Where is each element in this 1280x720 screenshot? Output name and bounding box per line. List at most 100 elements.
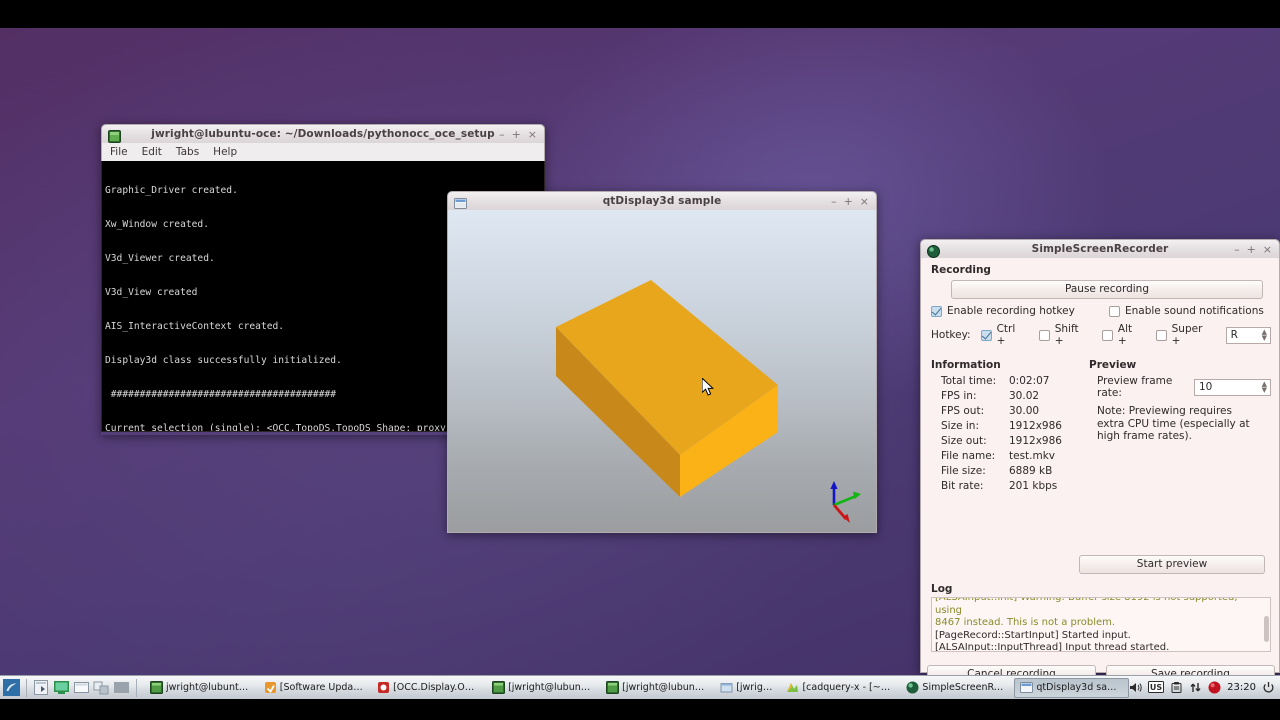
taskbar-window-list[interactable]: jwright@lubuntu-... [Software Updater] [… (144, 677, 1130, 698)
volume-icon[interactable] (1129, 681, 1142, 694)
taskbar-item-label: [cadquery-x - [~/D... (802, 682, 893, 693)
info-value: 0:02:07 (1009, 375, 1050, 387)
info-value: test.mkv (1009, 450, 1056, 462)
info-value: 1912x986 (1009, 420, 1062, 432)
spinner-arrows-icon[interactable]: ▲ ▼ (1262, 380, 1267, 393)
box-3d-shape[interactable] (448, 210, 876, 531)
taskbar-clock[interactable]: 23:20 (1227, 682, 1256, 693)
taskbar-item-simplescreenrecorder[interactable]: SimpleScreenRec... (900, 678, 1012, 698)
clipboard-icon[interactable] (1170, 681, 1183, 694)
taskbar-item-label: jwright@lubuntu-... (166, 682, 250, 693)
taskbar-item-label: [jwright@lubuntu... (622, 682, 707, 693)
ssr-titlebar[interactable]: SimpleScreenRecorder – + × (920, 239, 1280, 258)
qtdisplay3d-window[interactable]: qtDisplay3d sample – + × (447, 191, 877, 533)
log-output[interactable]: [ALSAInput::Init] Warning: Buffer size 8… (931, 597, 1271, 652)
qtdisplay3d-maximize-button[interactable]: + (844, 196, 853, 207)
info-value: 6889 kB (1009, 465, 1053, 477)
terminal-window-buttons[interactable]: – + × (499, 129, 540, 140)
checkbox-box-icon (980, 329, 992, 341)
taskbar-item-file-browser[interactable]: [jwright] (714, 678, 778, 698)
qtdisplay3d-title: qtDisplay3d sample (602, 195, 722, 207)
hotkey-label: Hotkey: (931, 329, 971, 341)
terminal-maximize-button[interactable]: + (512, 129, 521, 140)
qtdisplay3d-titlebar[interactable]: qtDisplay3d sample – + × (447, 191, 877, 210)
start-preview-button[interactable]: Start preview (1079, 555, 1265, 574)
taskbar-item-label: [jwright@lubuntu... (508, 682, 593, 693)
network-icon[interactable] (1189, 681, 1202, 694)
taskbar[interactable]: jwright@lubuntu-... [Software Updater] [… (0, 675, 1280, 699)
terminal-close-button[interactable]: × (528, 129, 537, 140)
display-settings-icon[interactable] (53, 679, 70, 696)
menu-item-edit[interactable]: Edit (142, 146, 162, 158)
ssr-content: Recording Pause recording Enable recordi… (920, 258, 1280, 684)
system-tray[interactable]: US 23:20 (1129, 681, 1280, 694)
screen: jwright@lubuntu-oce: ~/Downloads/pythono… (0, 0, 1280, 720)
taskbar-item-qtdisplay3d[interactable]: qtDisplay3d sample (1014, 677, 1130, 698)
hotkey-key-select[interactable]: R ▲ ▼ (1225, 326, 1272, 344)
taskbar-item-label: [Software Updater] (279, 682, 364, 693)
terminal-menubar[interactable]: File Edit Tabs Help (101, 143, 545, 161)
desktop-icon[interactable] (113, 679, 130, 696)
info-value: 201 kbps (1009, 480, 1058, 492)
checkbox-box-icon (1038, 329, 1050, 341)
menu-item-help[interactable]: Help (213, 146, 237, 158)
qtdisplay3d-viewport[interactable] (447, 210, 877, 533)
record-indicator-icon[interactable] (1208, 681, 1221, 694)
hotkey-alt-checkbox[interactable]: Alt + (1101, 323, 1144, 347)
taskbar-item-occ-display[interactable]: [OCC.Display.OCC... (371, 678, 484, 698)
simplescreenrecorder-window[interactable]: SimpleScreenRecorder – + × Recording Pau… (920, 239, 1280, 684)
ssr-icon (906, 681, 919, 694)
taskbar-item-cadquery[interactable]: [cadquery-x - [~/D... (780, 678, 898, 698)
preview-frame-rate-input[interactable]: 10 ▲ ▼ (1193, 378, 1271, 396)
terminal-minimize-button[interactable]: – (499, 129, 505, 140)
taskbar-separator (26, 678, 27, 697)
ssr-close-button[interactable]: × (1263, 244, 1272, 255)
taskbar-item-terminal-2[interactable]: [jwright@lubuntu... (486, 678, 598, 698)
menu-item-tabs[interactable]: Tabs (176, 146, 199, 158)
pause-recording-button[interactable]: Pause recording (951, 280, 1263, 299)
enable-recording-hotkey-checkbox[interactable]: Enable recording hotkey (931, 305, 1109, 317)
spinner-arrows-icon[interactable]: ▲ ▼ (1262, 328, 1267, 341)
screen-bottom-black-band (0, 699, 1280, 720)
window-icon[interactable] (73, 679, 90, 696)
enable-sound-notifications-checkbox[interactable]: Enable sound notifications (1109, 305, 1264, 317)
terminal-icon (492, 681, 506, 694)
ssr-icon (927, 243, 940, 258)
information-section-heading: Information (931, 359, 1001, 371)
checkbox-box-icon (1101, 329, 1113, 341)
hotkey-super-label: Super + (1171, 323, 1203, 347)
taskbar-launchers[interactable] (0, 678, 144, 697)
ssr-maximize-button[interactable]: + (1247, 244, 1256, 255)
info-key: Bit rate: (941, 480, 984, 492)
keyboard-layout-icon[interactable]: US (1148, 681, 1165, 694)
menu-item-file[interactable]: File (110, 146, 128, 158)
taskbar-item-software-updater[interactable]: [Software Updater] (258, 678, 369, 698)
files-icon (720, 681, 733, 694)
log-scrollbar[interactable] (1264, 616, 1269, 642)
qtdisplay3d-window-buttons[interactable]: – + × (831, 196, 872, 207)
window-icon (454, 195, 467, 209)
taskbar-item-terminal-3[interactable]: [jwright@lubuntu... (600, 678, 712, 698)
ssr-minimize-button[interactable]: – (1234, 244, 1240, 255)
hotkey-super-checkbox[interactable]: Super + (1155, 323, 1214, 347)
minimize-all-icon[interactable] (93, 679, 110, 696)
info-value: 1912x986 (1009, 435, 1062, 447)
mouse-cursor-icon (702, 378, 715, 396)
preview-section-heading: Preview (1089, 359, 1137, 371)
terminal-icon (150, 681, 163, 694)
power-icon[interactable] (1262, 681, 1275, 694)
qtdisplay3d-close-button[interactable]: × (860, 196, 869, 207)
checkbox-box-icon (1155, 329, 1167, 341)
hotkey-shift-checkbox[interactable]: Shift + (1038, 323, 1090, 347)
hotkey-ctrl-checkbox[interactable]: Ctrl + (980, 323, 1027, 347)
ssr-window-buttons[interactable]: – + × (1234, 244, 1275, 255)
file-manager-icon[interactable] (33, 679, 50, 696)
menu-icon[interactable] (3, 679, 20, 696)
recording-section-heading: Recording (931, 264, 991, 276)
taskbar-separator (136, 678, 137, 697)
log-line: [ALSAInput::Init] Warning: Buffer size 8… (935, 597, 1238, 616)
qtdisplay3d-minimize-button[interactable]: – (831, 196, 837, 207)
taskbar-item-terminal-1[interactable]: jwright@lubuntu-... (144, 678, 256, 698)
terminal-titlebar[interactable]: jwright@lubuntu-oce: ~/Downloads/pythono… (101, 124, 545, 143)
terminal-icon (606, 681, 620, 694)
